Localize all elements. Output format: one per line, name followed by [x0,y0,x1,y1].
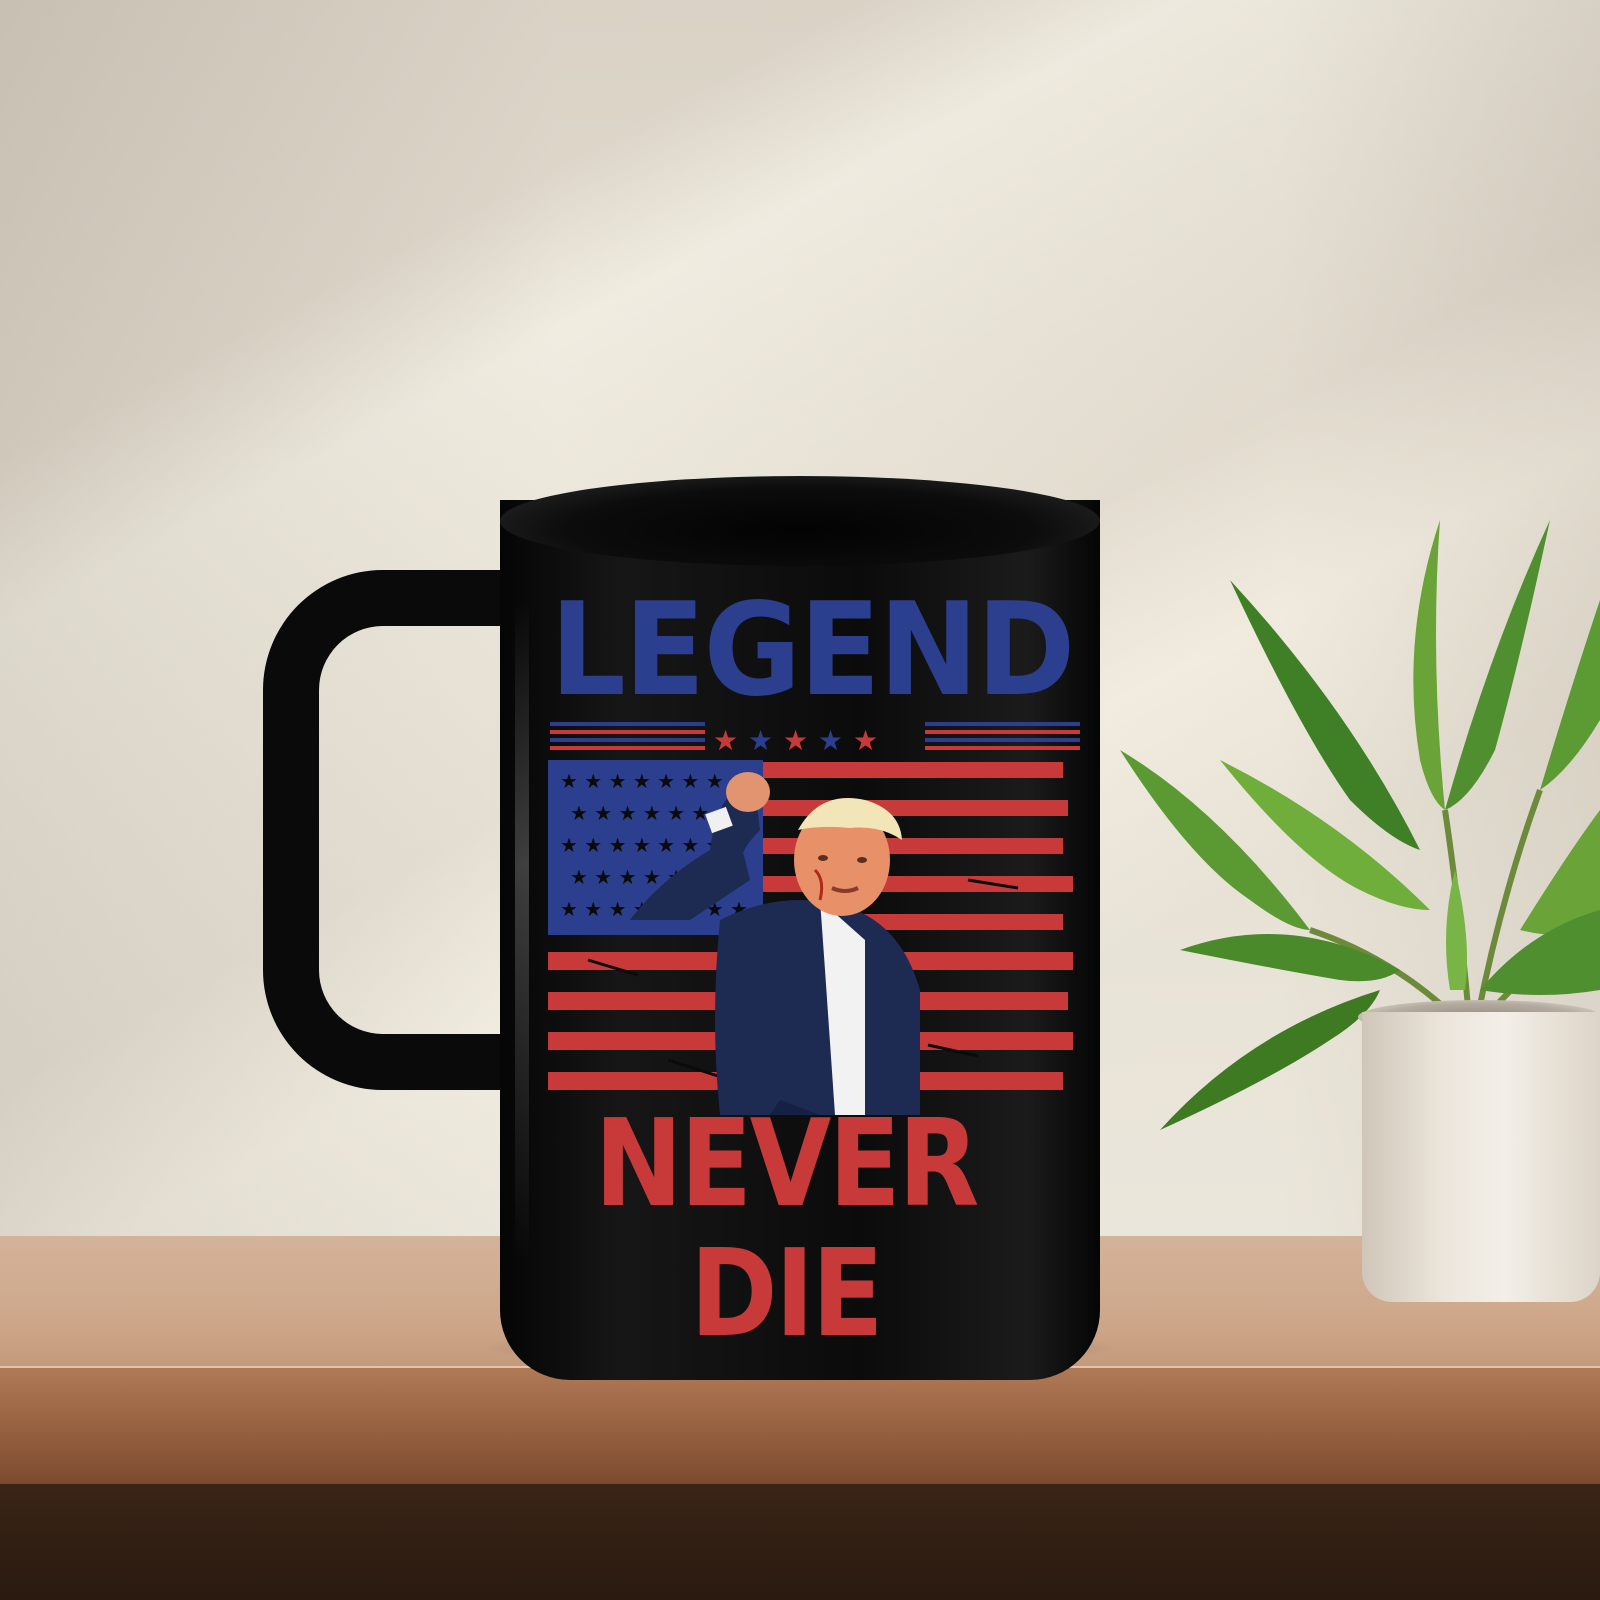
mug: LEGEND ★ ★ ★ ★ ★ ★ ★ ★ ★ ★ ★ ★ ★ ★ ★ ★ ★… [0,0,1600,1600]
decorative-stripes: ★ ★ ★ ★ ★ [550,722,1080,757]
star-icon: ★ [783,724,808,757]
person-figure [630,772,920,1115]
mug-rim [500,476,1100,566]
star-icon: ★ [713,724,738,757]
mug-handle [263,570,533,1090]
mug-highlight [515,600,529,1260]
star-icon: ★ [818,724,843,757]
star-icon: ★ [748,724,773,757]
legend-heading: LEGEND [550,576,1075,725]
never-die-heading: NEVER DIE [594,1095,979,1364]
star-icon: ★ [853,724,878,757]
product-photo-scene: LEGEND ★ ★ ★ ★ ★ ★ ★ ★ ★ ★ ★ ★ ★ ★ ★ ★ ★… [0,0,1600,1600]
